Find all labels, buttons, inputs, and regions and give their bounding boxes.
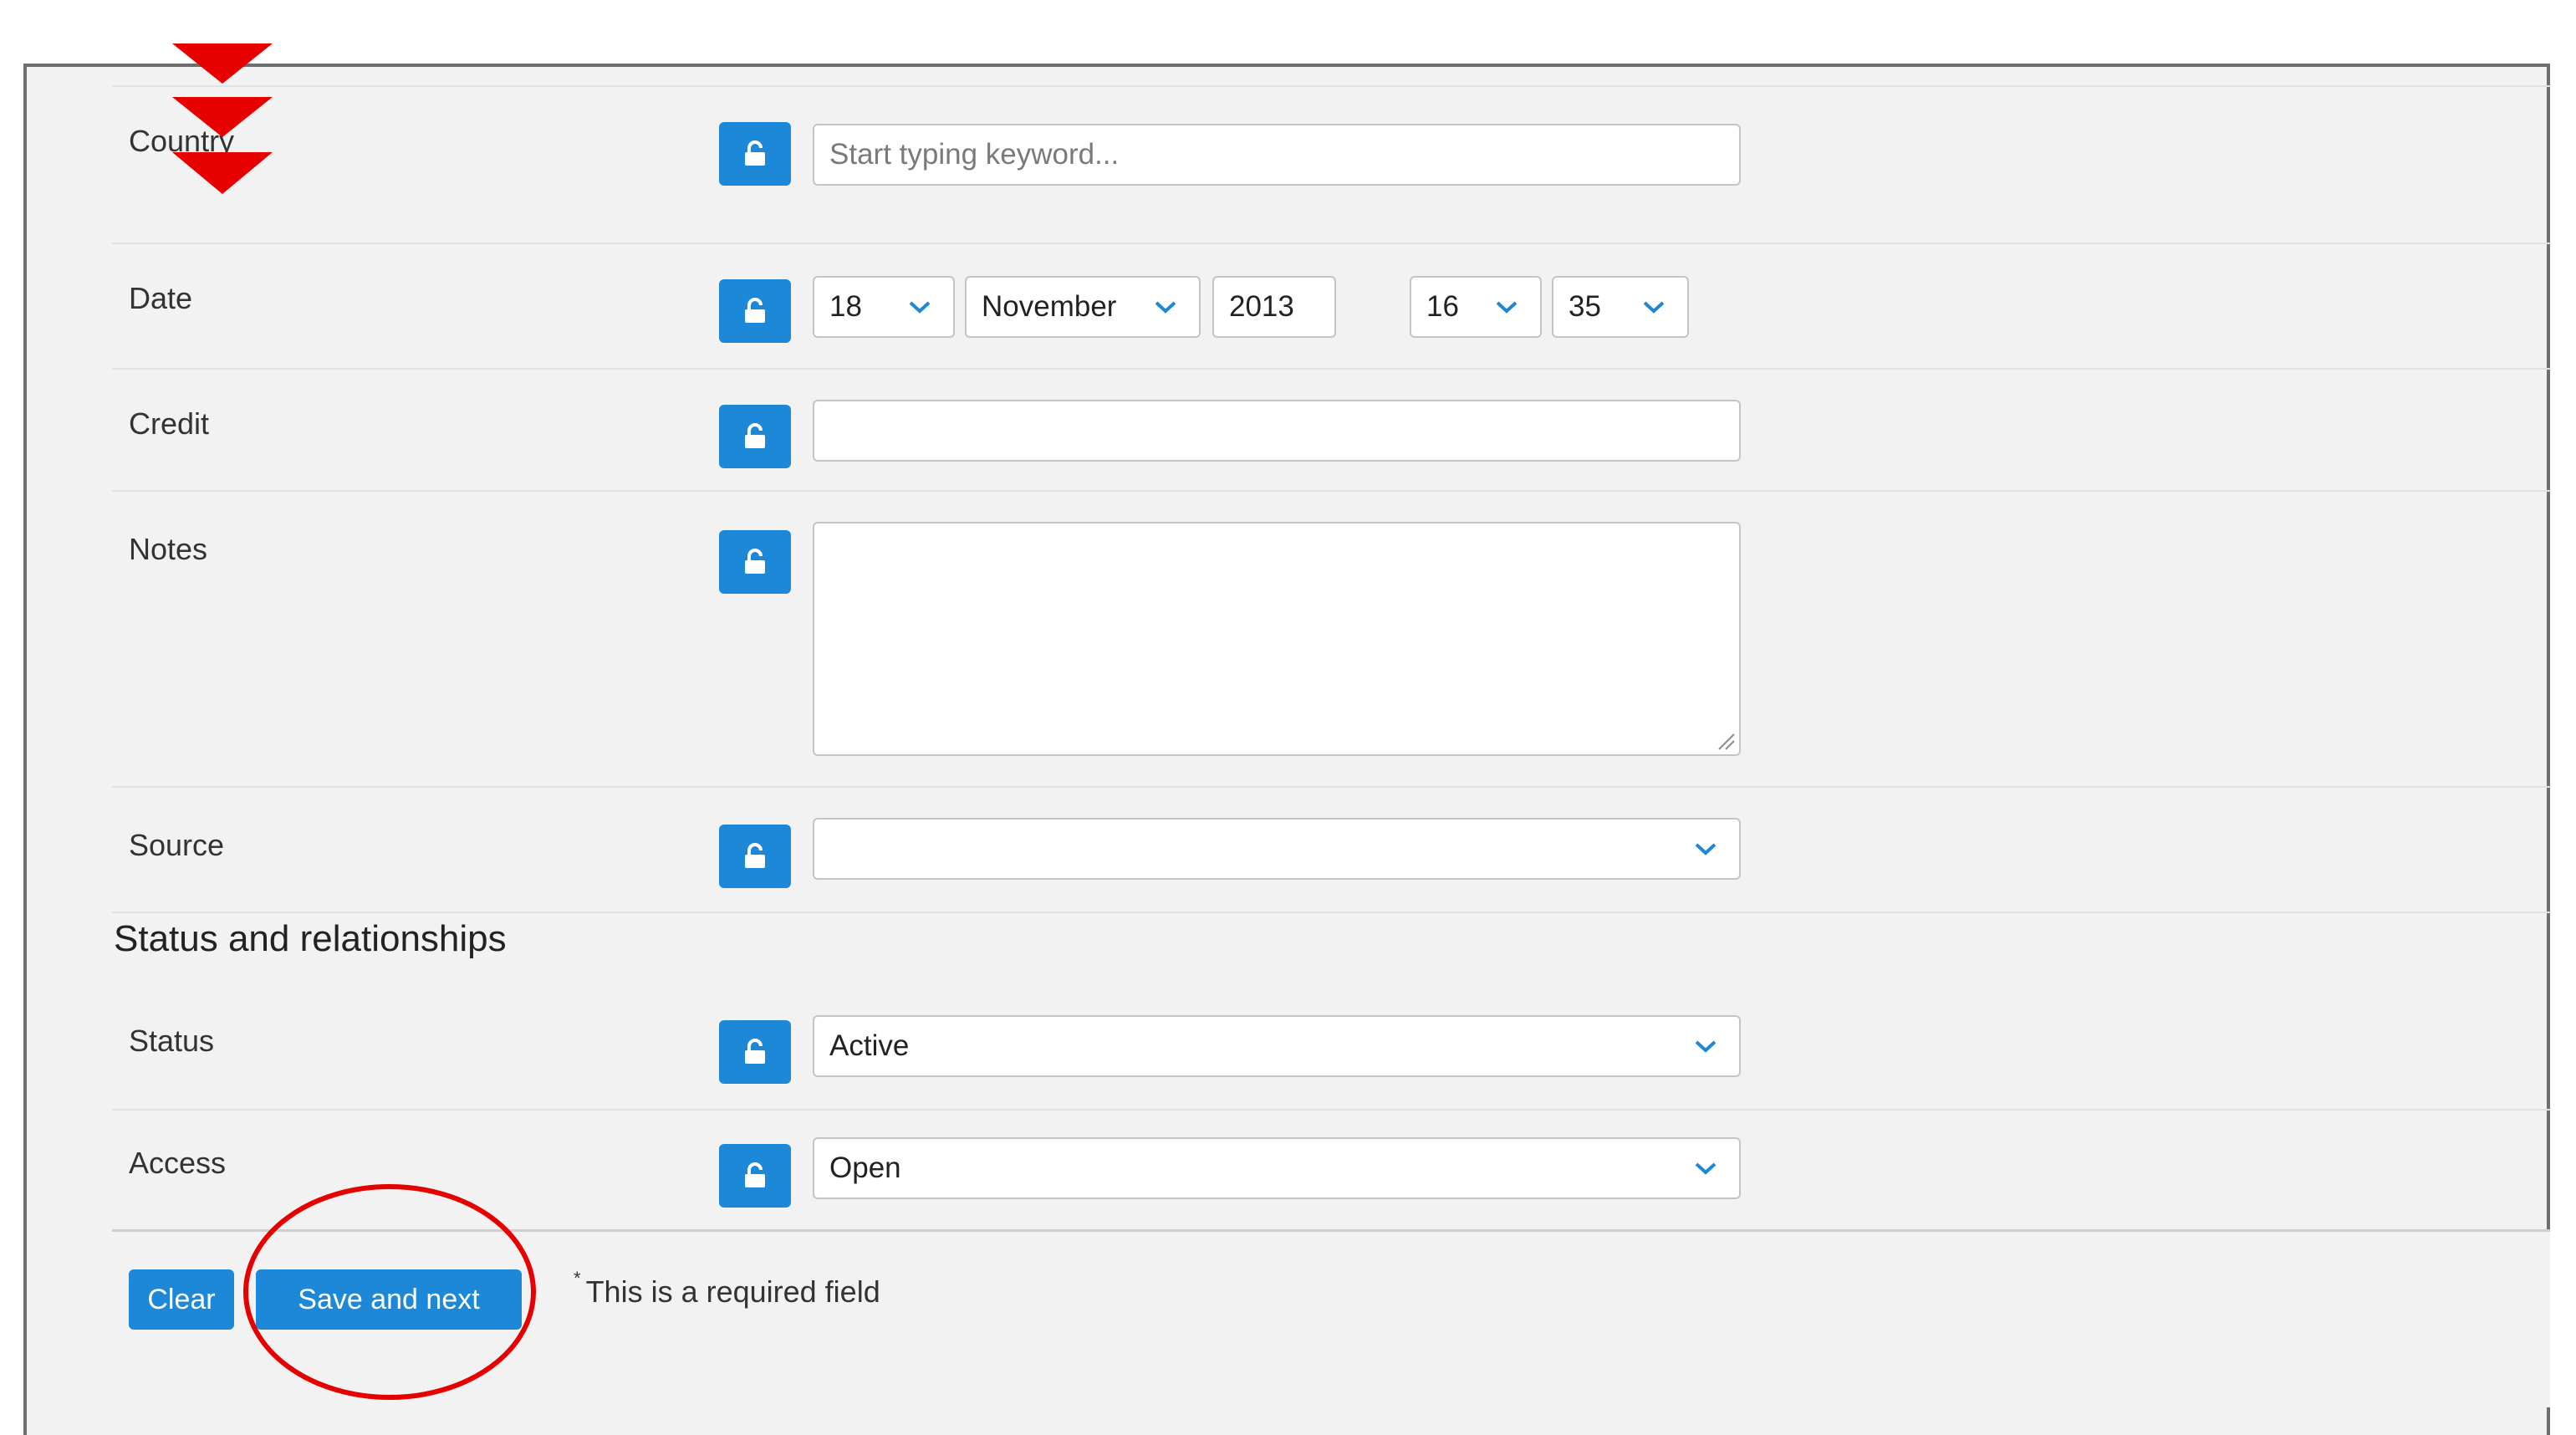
source-select[interactable] [813, 818, 1741, 880]
notes-lock-button[interactable] [719, 530, 791, 594]
year-value: 2013 [1229, 290, 1294, 323]
chevron-down-icon [1496, 301, 1518, 314]
status-select[interactable]: Active [813, 1015, 1741, 1077]
minute-select[interactable]: 35 [1552, 276, 1689, 338]
access-label: Access [129, 1146, 227, 1180]
required-field-note: * This is a required field [574, 1268, 880, 1310]
unlock-icon [745, 298, 765, 323]
row-divider [112, 1109, 2550, 1111]
row-divider [112, 85, 2550, 87]
credit-input[interactable] [813, 400, 1741, 462]
day-select[interactable]: 18 [813, 276, 955, 338]
notes-label: Notes [129, 532, 208, 566]
row-divider [112, 912, 2550, 913]
month-value: November [982, 290, 1117, 323]
resize-grip-icon[interactable] [1714, 729, 1736, 751]
unlock-icon [745, 1039, 765, 1064]
minute-value: 35 [1569, 290, 1601, 323]
notes-textarea[interactable] [813, 522, 1741, 756]
country-lock-button[interactable] [719, 122, 791, 186]
access-lock-button[interactable] [719, 1144, 791, 1208]
unlock-icon [745, 549, 765, 574]
save-and-next-button[interactable]: Save and next [256, 1269, 522, 1330]
row-divider [112, 243, 2550, 244]
year-input[interactable]: 2013 [1212, 276, 1336, 338]
unlock-icon [745, 1162, 765, 1187]
chevron-down-icon [1695, 1162, 1716, 1175]
chevron-down-icon [1643, 301, 1665, 314]
status-value: Active [829, 1029, 910, 1062]
source-label: Source [129, 828, 225, 862]
unlock-icon [745, 423, 765, 448]
country-input[interactable]: Start typing keyword... [813, 124, 1741, 186]
access-value: Open [829, 1152, 901, 1184]
unlock-icon [745, 140, 765, 166]
required-marker: * [574, 1268, 581, 1289]
status-label: Status [129, 1024, 215, 1058]
credit-lock-button[interactable] [719, 405, 791, 468]
date-lock-button[interactable] [719, 279, 791, 343]
row-divider [112, 368, 2550, 370]
row-divider [112, 786, 2550, 788]
required-note-text: This is a required field [585, 1274, 880, 1309]
clear-button[interactable]: Clear [129, 1269, 234, 1330]
day-value: 18 [829, 290, 862, 323]
chevron-down-icon [1155, 301, 1176, 314]
date-label: Date [129, 281, 193, 315]
row-divider [112, 490, 2550, 492]
country-placeholder: Start typing keyword... [829, 138, 1120, 171]
status-lock-button[interactable] [719, 1020, 791, 1084]
hour-select[interactable]: 16 [1410, 276, 1542, 338]
credit-label: Credit [129, 406, 210, 441]
source-lock-button[interactable] [719, 825, 791, 888]
chevron-down-icon [1695, 843, 1716, 855]
chevron-down-icon [909, 301, 931, 314]
chevron-down-icon [1695, 1040, 1716, 1053]
section-heading: Status and relationships [114, 918, 507, 959]
month-select[interactable]: November [965, 276, 1201, 338]
access-select[interactable]: Open [813, 1137, 1741, 1199]
country-label: Country [129, 124, 235, 158]
unlock-icon [745, 843, 765, 868]
hour-value: 16 [1426, 290, 1459, 323]
